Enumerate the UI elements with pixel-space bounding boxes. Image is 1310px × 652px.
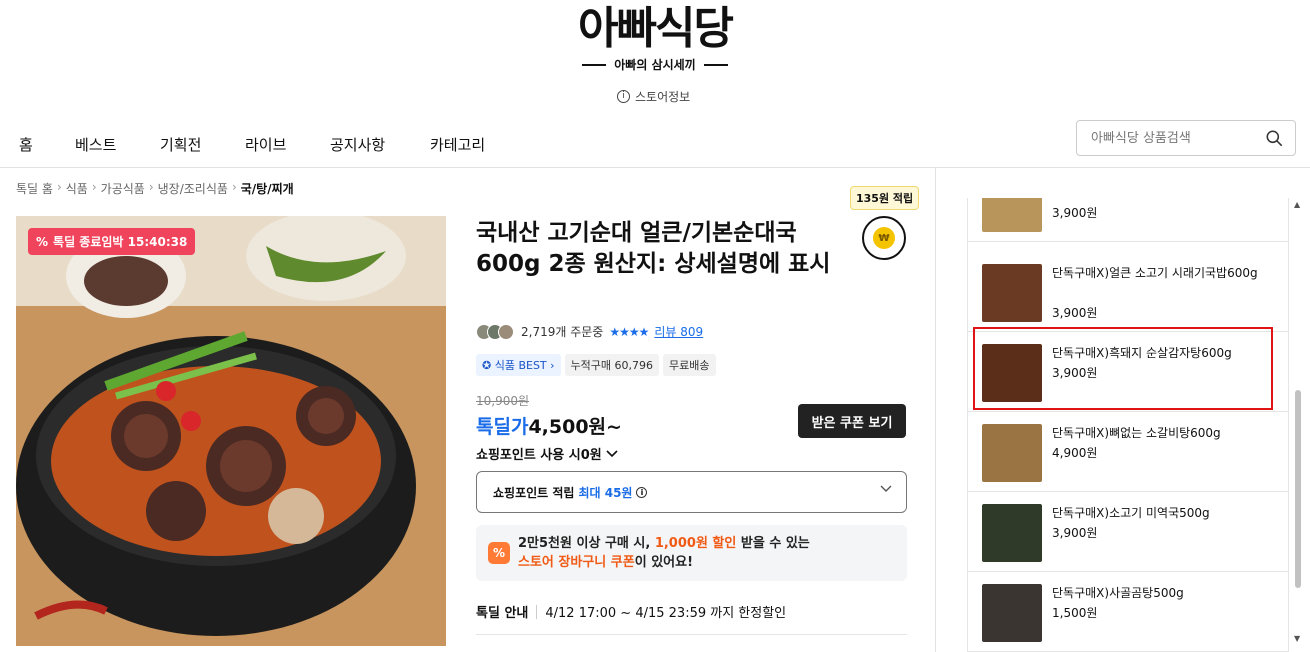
nav-item-exhibition[interactable]: 기획전 <box>160 134 201 155</box>
product-thumbnail <box>982 584 1042 642</box>
product-thumbnail <box>982 424 1042 482</box>
product-thumbnail <box>982 504 1042 562</box>
purchase-count-tag: 누적구매 60,796 <box>564 354 660 376</box>
product-thumbnail <box>982 198 1042 232</box>
original-price: 10,900원 <box>476 394 530 408</box>
store-info-link[interactable]: i 스토어정보 <box>617 88 690 105</box>
related-name: 단독구매X)뼈없는 소갈비탕600g <box>1052 426 1221 440</box>
nav-item-category[interactable]: 카테고리 <box>430 134 485 155</box>
view-coupons-button[interactable]: 받은 쿠폰 보기 <box>798 404 906 438</box>
scrollbar[interactable]: ▲ ▼ <box>1293 198 1303 650</box>
selected-item-highlight <box>973 327 1273 410</box>
percent-icon: % <box>36 234 49 249</box>
breadcrumb-item[interactable]: 가공식품 <box>101 180 145 197</box>
order-stats: 2,719개 주문중 ★★★★ 리뷰 809 <box>476 323 703 340</box>
promo-text: 2만5천원 이상 구매 시, 1,000원 할인 받을 수 있는 스토어 장바구… <box>518 536 810 570</box>
breadcrumb-current[interactable]: 국/탕/찌개 <box>241 180 294 197</box>
product-title: 국내산 고기순대 얼큰/기본순대국600g 2종 원산지: 상세설명에 표시 <box>476 220 831 277</box>
chevron-down-icon <box>880 485 892 492</box>
breadcrumb-item[interactable]: 식품 <box>66 180 88 197</box>
buyer-avatars <box>476 323 514 340</box>
related-product-item[interactable]: 단독구매X)뼈없는 소갈비탕600g 4,900원 <box>968 412 1288 492</box>
related-product-item[interactable]: 단독구매X)사골곰탕500g 1,500원 <box>968 572 1288 652</box>
points-badge: 135원 적립 <box>850 186 920 210</box>
related-product-item[interactable]: 단독구매X)소고기 미역국500g 3,900원 <box>968 492 1288 572</box>
scroll-down-icon[interactable]: ▼ <box>1294 634 1300 643</box>
related-product-item[interactable]: 단독구매X)얼큰 소고기 시래기국밥600g 3,900원 <box>968 252 1288 332</box>
store-logo[interactable]: 아빠식당 아빠의 삼시세끼 <box>560 4 750 73</box>
point-use-toggle[interactable]: 쇼핑포인트 사용 시0원 <box>476 444 618 463</box>
breadcrumb: 톡딜 홈 › 식품 › 가공식품 › 냉장/조리식품 › 국/탕/찌개 <box>16 180 294 197</box>
review-link[interactable]: 리뷰 809 <box>654 323 703 340</box>
star-rating-icon: ★★★★ <box>609 324 649 339</box>
related-product-item[interactable]: 3,900원 <box>968 198 1288 242</box>
deal-price-value: 4,500원~ <box>528 416 622 438</box>
search-input[interactable] <box>1091 130 1259 146</box>
order-count: 2,719개 주문중 <box>521 325 604 339</box>
related-products-panel: 3,900원 단독구매X)얼큰 소고기 시래기국밥600g 3,900원 단독구… <box>935 168 1310 652</box>
related-price: 3,900원 <box>1052 306 1098 320</box>
breadcrumb-item[interactable]: 톡딜 홈 <box>16 180 53 197</box>
info-icon: i <box>617 90 630 103</box>
related-name: 단독구매X)사골곰탕500g <box>1052 586 1184 600</box>
breadcrumb-item[interactable]: 냉장/조리식품 <box>158 180 228 197</box>
related-name: 단독구매X)얼큰 소고기 시래기국밥600g <box>1052 266 1258 280</box>
logo-title: 아빠식당 <box>578 3 734 54</box>
product-image[interactable]: % 톡딜 종료임박 15:40:38 <box>16 216 446 646</box>
coin-icon[interactable]: ₩ <box>862 216 906 260</box>
point-accrual-dropdown[interactable]: 쇼핑포인트 적립 최대 45원 i <box>476 471 907 513</box>
deal-countdown-badge: % 톡딜 종료임박 15:40:38 <box>28 228 196 255</box>
related-name: 단독구매X)소고기 미역국500g <box>1052 506 1210 520</box>
search-box <box>1076 120 1296 156</box>
nav-item-best[interactable]: 베스트 <box>75 134 116 155</box>
logo-subtitle: 아빠의 삼시세끼 <box>560 56 750 73</box>
divider <box>476 634 907 635</box>
deal-info: 톡딜 안내 4/12 17:00 ~ 4/15 23:59 까지 한정할인 <box>476 604 787 621</box>
deal-price: 톡딜가 4,500원~ <box>476 412 622 439</box>
nav-item-live[interactable]: 라이브 <box>245 134 286 155</box>
related-price: 3,900원 <box>1052 206 1098 220</box>
chevron-down-icon <box>606 449 618 457</box>
related-price: 4,900원 <box>1052 446 1098 460</box>
product-tags: ✪ 식품 BEST › 누적구매 60,796 무료배송 <box>476 354 716 376</box>
percent-icon: % <box>488 542 510 564</box>
nav-item-home[interactable]: 홈 <box>19 134 33 155</box>
cart-coupon-promo[interactable]: % 2만5천원 이상 구매 시, 1,000원 할인 받을 수 있는 스토어 장… <box>476 525 907 581</box>
search-icon[interactable] <box>1266 130 1283 147</box>
info-icon[interactable]: i <box>636 486 648 498</box>
related-price: 3,900원 <box>1052 526 1098 540</box>
deal-price-label: 톡딜가 <box>476 416 529 438</box>
related-products-list: 3,900원 단독구매X)얼큰 소고기 시래기국밥600g 3,900원 단독구… <box>967 198 1289 652</box>
nav-item-notice[interactable]: 공지사항 <box>330 134 385 155</box>
scrollbar-thumb[interactable] <box>1295 390 1301 588</box>
best-tag[interactable]: ✪ 식품 BEST › <box>476 354 561 376</box>
product-thumbnail <box>982 264 1042 322</box>
related-price: 1,500원 <box>1052 606 1098 620</box>
free-shipping-tag: 무료배송 <box>663 354 716 376</box>
scroll-up-icon[interactable]: ▲ <box>1294 200 1300 209</box>
soup-illustration <box>16 216 446 646</box>
